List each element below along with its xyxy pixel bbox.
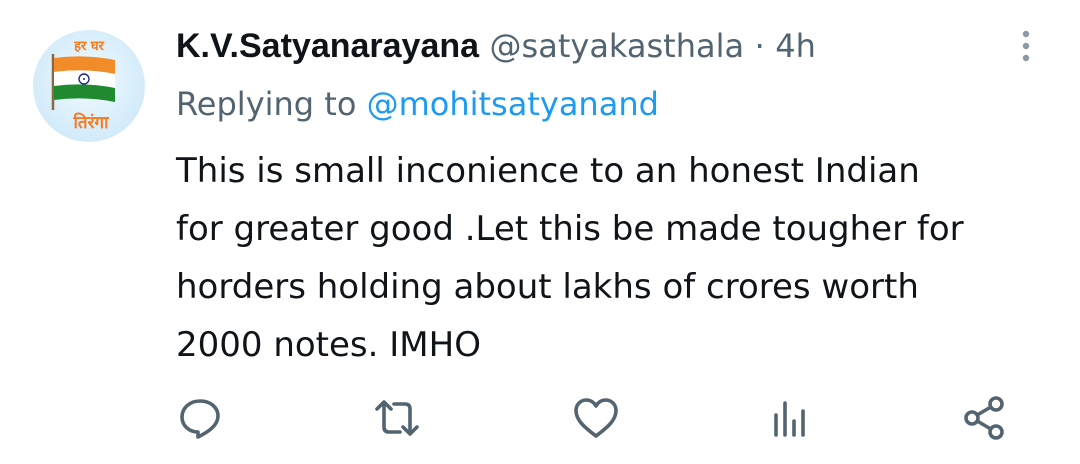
separator-dot: · — [754, 27, 765, 65]
retweet-icon — [375, 400, 419, 436]
views-icon — [774, 401, 805, 437]
tweet-header: K.V.Satyanarayana @satyakasthala · 4h — [176, 24, 816, 68]
replying-to: Replying to @mohitsatyanand — [176, 82, 659, 126]
retweet-button[interactable] — [373, 394, 421, 442]
replying-prefix: Replying to — [176, 85, 357, 123]
like-button[interactable] — [572, 394, 620, 442]
share-button[interactable] — [961, 394, 1009, 442]
reply-icon — [180, 399, 220, 439]
display-name[interactable]: K.V.Satyanarayana — [176, 27, 479, 65]
share-icon — [964, 396, 1004, 440]
more-options-icon[interactable] — [1006, 26, 1046, 66]
avatar-bottom-text: तिरंगा — [72, 112, 109, 133]
india-flag-icon — [51, 54, 115, 110]
avatar[interactable]: हर घर तिरंगा — [33, 30, 145, 142]
heart-icon — [574, 398, 618, 438]
user-handle[interactable]: @satyakasthala — [490, 27, 745, 65]
views-button[interactable] — [766, 394, 814, 442]
replying-handle-link[interactable]: @mohitsatyanand — [367, 85, 659, 123]
tweet-text: This is small inconience to an honest In… — [176, 151, 964, 365]
tweet[interactable]: हर घर तिरंगा K.V.Satyanarayana @satyakas… — [0, 0, 1080, 464]
timestamp[interactable]: 4h — [775, 27, 816, 65]
avatar-top-text: हर घर — [73, 39, 104, 54]
reply-button[interactable] — [176, 394, 224, 442]
